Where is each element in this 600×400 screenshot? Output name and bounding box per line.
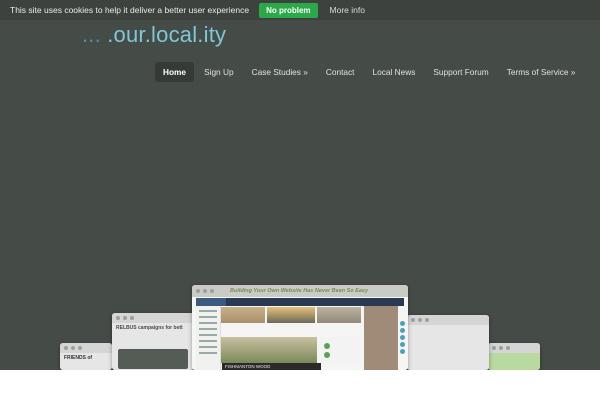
nav-home[interactable]: Home xyxy=(155,62,195,82)
cookie-more-info-link[interactable]: More info xyxy=(330,5,365,15)
cookie-accept-button[interactable]: No problem xyxy=(259,2,318,18)
inner-site-header xyxy=(196,298,226,306)
tile-image-2 xyxy=(267,307,315,323)
nav-support-forum[interactable]: Support Forum xyxy=(425,62,496,82)
relbus-heading: RELBUS campaigns for bett xyxy=(116,325,183,331)
logo-text: .our.local.ity xyxy=(107,22,227,47)
bus-image xyxy=(118,349,188,369)
nav-local-news[interactable]: Local News xyxy=(364,62,423,82)
social-icons xyxy=(400,321,406,361)
showcase-window-right xyxy=(407,315,489,370)
showcase-window-relbus: RELBUS campaigns for bett xyxy=(112,313,194,370)
content-area xyxy=(0,370,600,400)
tile-image-side xyxy=(364,306,398,370)
tile-widgets xyxy=(320,337,362,363)
inner-sidebar xyxy=(196,306,221,370)
nav-sign-up[interactable]: Sign Up xyxy=(196,62,242,82)
main-nav: Home Sign Up Case Studies » Contact Loca… xyxy=(155,62,585,82)
tile-image-1 xyxy=(221,307,265,323)
tile-image-3 xyxy=(317,307,361,323)
cookie-banner: This site uses cookies to help it delive… xyxy=(0,0,600,20)
cookie-message: This site uses cookies to help it delive… xyxy=(10,5,250,15)
nav-contact[interactable]: Contact xyxy=(318,62,363,82)
nav-case-studies[interactable]: Case Studies » xyxy=(244,62,316,82)
showcase-window-main: Building Your Own Website Has Never Been… xyxy=(192,285,408,370)
showcase-slider[interactable]: FRIENDS of RELBUS campaigns for bett Bui… xyxy=(0,280,600,370)
green-banner xyxy=(488,353,540,370)
inner-nav-bar xyxy=(196,298,404,306)
friends-heading: FRIENDS of xyxy=(64,355,93,361)
showcase-window-right-small xyxy=(488,343,540,370)
nav-terms-of-service[interactable]: Terms of Service » xyxy=(499,62,584,82)
showcase-window-friends: FRIENDS of xyxy=(60,343,112,370)
site-logo[interactable]: ... .our.local.ity xyxy=(82,22,226,48)
main-caption: FISHMANTON WOOD xyxy=(222,363,321,370)
tile-image-landscape xyxy=(221,337,317,363)
main-tagline: Building Your Own Website Has Never Been… xyxy=(230,288,369,294)
logo-dots: ... xyxy=(82,22,108,47)
